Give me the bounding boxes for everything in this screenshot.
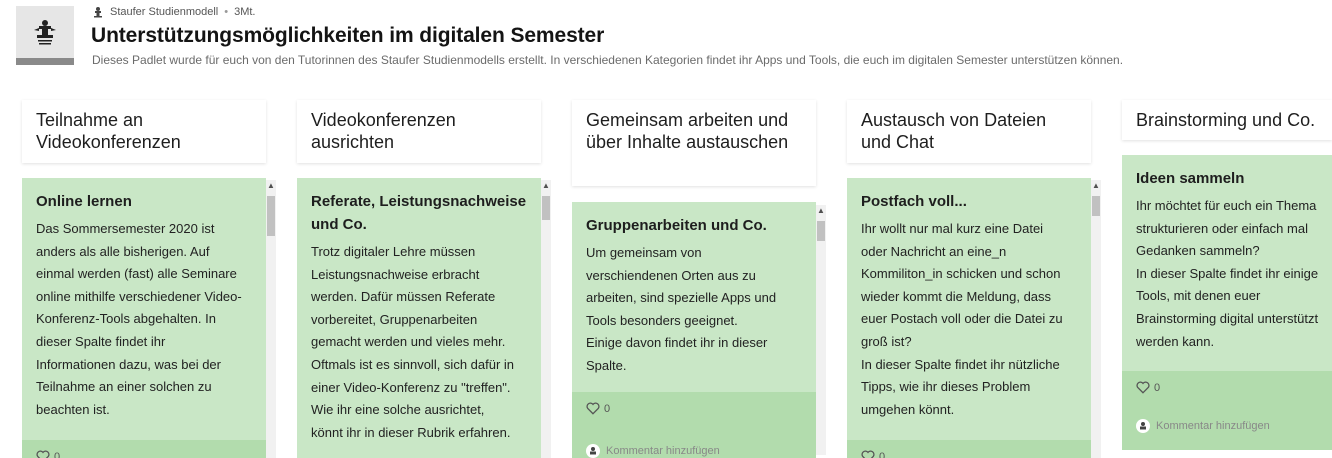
column-austausch: Austausch von Dateien und Chat	[847, 100, 1091, 163]
post-card[interactable]: Gruppenarbeiten und Co. Um gemeinsam von…	[572, 202, 816, 458]
like-count: 0	[879, 450, 886, 458]
scroll-up-icon[interactable]: ▲	[1091, 180, 1101, 192]
post-title: Online lernen	[36, 193, 132, 210]
column-title[interactable]: Teilnahme an Videokonferenzen	[22, 100, 266, 163]
post-footer: 0 Kommentar hinzufügen	[572, 392, 816, 458]
column-scrollbar[interactable]: ▲	[1091, 180, 1101, 458]
comment-placeholder: Kommentar hinzufügen	[1156, 420, 1270, 432]
post-text: Ihr möchtet für euch ein Thema strukturi…	[1136, 198, 1319, 349]
column-title[interactable]: Gemeinsam arbeiten und über Inhalte aust…	[572, 100, 816, 186]
like-button[interactable]: 0	[847, 440, 1091, 458]
like-count: 0	[604, 402, 611, 415]
like-count: 0	[1154, 381, 1161, 394]
column-scrollbar[interactable]: ▲	[266, 180, 276, 458]
column-teilnahme: Teilnahme an Videokonferenzen	[22, 100, 266, 163]
post-title: Ideen sammeln	[1136, 170, 1245, 187]
post-text: Trotz digitaler Lehre müssen Leistungsna…	[311, 244, 515, 440]
padlet-logo	[16, 6, 74, 65]
add-comment-field[interactable]: Kommentar hinzufügen	[572, 444, 734, 458]
post-footer: 0	[847, 440, 1091, 458]
like-button[interactable]: 0	[572, 392, 816, 415]
padlet-age: 3Mt.	[234, 6, 256, 18]
heart-icon	[1136, 381, 1150, 394]
scroll-thumb[interactable]	[1092, 196, 1100, 216]
column-title[interactable]: Austausch von Dateien und Chat	[847, 100, 1091, 163]
column-scrollbar[interactable]: ▲	[541, 180, 551, 458]
scroll-thumb[interactable]	[817, 221, 825, 241]
comment-placeholder: Kommentar hinzufügen	[606, 445, 720, 457]
post-card[interactable]: Referate, Leistungsnachweise und Co. Tro…	[297, 178, 541, 458]
like-button[interactable]: 0	[1122, 371, 1332, 394]
post-text: Ihr wollt nur mal kurz eine Datei oder N…	[861, 221, 1063, 417]
column-gemeinsam: Gemeinsam arbeiten und über Inhalte aust…	[572, 100, 816, 186]
like-count: 0	[54, 450, 61, 458]
like-button[interactable]: 0	[22, 440, 266, 458]
user-avatar-icon	[586, 444, 600, 458]
column-scrollbar[interactable]: ▲	[816, 205, 826, 455]
column-brainstorming: Brainstorming und Co.	[1122, 100, 1332, 140]
post-title: Postfach voll...	[861, 193, 967, 210]
user-avatar-icon	[1136, 419, 1150, 433]
scroll-up-icon[interactable]: ▲	[816, 205, 826, 217]
post-card[interactable]: Online lernen Das Sommersemester 2020 is…	[22, 178, 266, 458]
scroll-thumb[interactable]	[267, 196, 275, 236]
post-title: Gruppenarbeiten und Co.	[586, 217, 767, 234]
scroll-up-icon[interactable]: ▲	[266, 180, 276, 192]
column-title[interactable]: Brainstorming und Co.	[1122, 100, 1332, 140]
page-title: Unterstützungsmöglichkeiten im digitalen…	[91, 24, 605, 47]
meta-separator: •	[224, 6, 229, 18]
post-card[interactable]: Postfach voll... Ihr wollt nur mal kurz …	[847, 178, 1091, 458]
heart-icon	[586, 402, 600, 415]
post-card[interactable]: Ideen sammeln Ihr möchtet für euch ein T…	[1122, 155, 1332, 450]
scroll-up-icon[interactable]: ▲	[541, 180, 551, 192]
post-footer: 0 Kommentar hinzufügen	[1122, 371, 1332, 450]
column-videokonferenzen: Videokonferenzen ausrichten	[297, 100, 541, 163]
post-text: Das Sommersemester 2020 ist anders als a…	[36, 221, 242, 417]
column-title[interactable]: Videokonferenzen ausrichten	[297, 100, 541, 163]
author-icon	[92, 6, 104, 18]
scroll-thumb[interactable]	[542, 196, 550, 220]
post-footer: 0	[22, 440, 266, 458]
add-comment-field[interactable]: Kommentar hinzufügen	[1122, 419, 1284, 433]
post-text: Um gemeinsam von verschiendenen Orten au…	[586, 245, 777, 373]
heart-icon	[861, 450, 875, 458]
heart-icon	[36, 450, 50, 458]
post-title: Referate, Leistungsnachweise und Co.	[311, 193, 527, 233]
padlet-meta: Staufer Studienmodell • 3Mt.	[92, 4, 256, 20]
page-description: Dieses Padlet wurde für euch von den Tut…	[92, 53, 1124, 67]
author-name[interactable]: Staufer Studienmodell	[110, 6, 218, 18]
